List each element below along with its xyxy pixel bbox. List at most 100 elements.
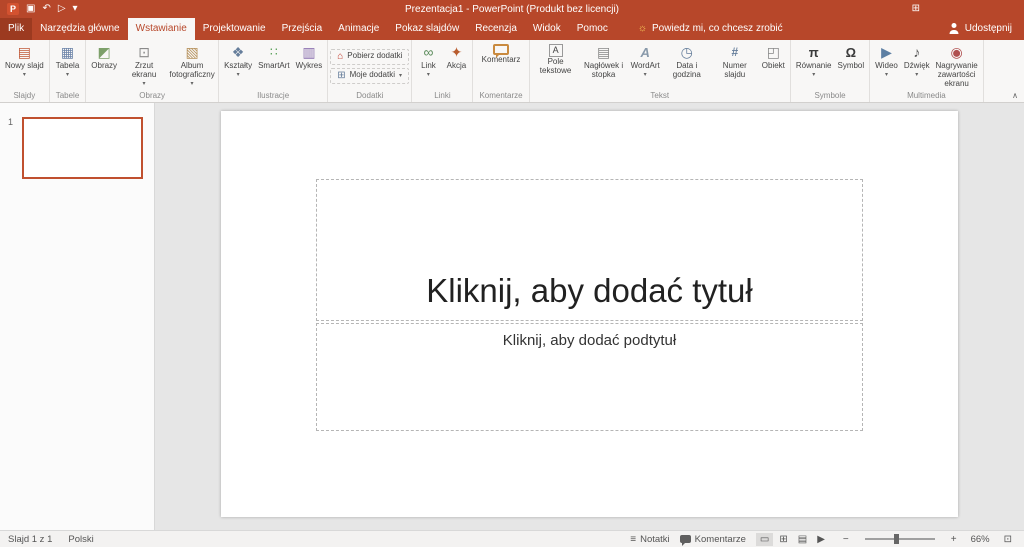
button-rownanie[interactable]: π Równanie ▾ — [793, 42, 835, 90]
fit-slide-to-window-icon[interactable]: ⊡ — [1000, 533, 1016, 546]
subtitle-placeholder[interactable]: Kliknij, aby dodać podtytuł — [316, 323, 863, 431]
collapse-ribbon-icon[interactable]: ∧ — [1012, 91, 1018, 100]
tell-me-icon: ☼ — [637, 23, 648, 34]
tab-plik[interactable]: Plik — [0, 18, 33, 40]
tab-pokaz-slajdow[interactable]: Pokaz slajdów — [387, 18, 467, 40]
language-indicator[interactable]: Polski — [68, 534, 93, 545]
text-box-icon: A — [548, 44, 563, 57]
button-album-fotograficzny[interactable]: ▧ Album fotograficzny ▾ — [168, 42, 216, 90]
button-label: Link — [421, 61, 436, 70]
subtitle-placeholder-text: Kliknij, aby dodać podtytuł — [502, 332, 677, 349]
title-placeholder[interactable]: Kliknij, aby dodać tytuł — [316, 179, 863, 321]
group-label: Tabele — [55, 91, 80, 100]
ribbon-group-tabele: ▦ Tabela ▾ Tabele — [50, 40, 87, 102]
button-symbol[interactable]: Ω Symbol — [834, 42, 867, 90]
tab-widok[interactable]: Widok — [525, 18, 569, 40]
ribbon-group-linki: ∞ Link ▾ ✦ Akcja Linki — [412, 40, 474, 102]
button-numer-slajdu[interactable]: # Numer slajdu — [711, 42, 759, 90]
slide-sorter-view-button[interactable]: ⊞ — [775, 533, 791, 546]
save-icon[interactable]: ▣ — [26, 3, 35, 15]
share-button[interactable]: Udostępnij — [937, 18, 1024, 40]
dropdown-arrow-icon: ▾ — [915, 71, 919, 78]
button-label: Akcja — [446, 61, 467, 70]
menu-tabs: Plik Narzędzia główne Wstawianie Projektowa… — [0, 18, 616, 40]
shapes-icon: ❖ — [231, 44, 245, 60]
zoom-in-button[interactable]: + — [947, 533, 961, 546]
zoom-level[interactable]: 66% — [971, 534, 990, 545]
notes-label: Notatki — [640, 533, 670, 545]
dropdown-arrow-icon: ▾ — [398, 73, 402, 79]
powerpoint-app-icon: P — [7, 3, 19, 15]
button-label: WordArt — [630, 61, 660, 70]
group-label: Multimedia — [907, 91, 946, 100]
slide-thumbnail-number: 1 — [8, 117, 14, 127]
tell-me-label: Powiedz mi, co chcesz zrobić — [652, 23, 783, 34]
title-placeholder-text: Kliknij, aby dodać tytuł — [426, 272, 753, 309]
button-akcja[interactable]: ✦ Akcja — [442, 42, 470, 90]
dropdown-arrow-icon: ▾ — [236, 71, 240, 78]
button-link[interactable]: ∞ Link ▾ — [414, 42, 442, 90]
button-kszta-ty[interactable]: ❖ Kształty ▾ — [221, 42, 255, 90]
button-nowy-slajd[interactable]: ▤ Nowy slajd ▾ — [2, 42, 47, 90]
comments-icon — [679, 535, 691, 546]
tab-pomoc[interactable]: Pomoc — [569, 18, 616, 40]
group-label: Linki — [434, 91, 451, 100]
button-wordart[interactable]: A WordArt ▾ — [628, 42, 663, 90]
button-label: Symbol — [837, 61, 865, 70]
tab-przejscia[interactable]: Przejścia — [274, 18, 331, 40]
powerpoint-window: P ▣ ↶ ▷ ▾ Prezentacja1 - PowerPoint (Pro… — [0, 0, 1024, 547]
undo-icon[interactable]: ↶ — [42, 3, 50, 15]
button-pole-tekstowe[interactable]: A Pole tekstowe — [532, 42, 580, 90]
dropdown-arrow-icon: ▾ — [190, 80, 194, 87]
button-komentarz[interactable]: Komentarz — [479, 42, 524, 90]
start-slideshow-icon[interactable]: ▷ — [58, 3, 66, 15]
button-label: Nagrywanie zawartości ekranu — [935, 61, 978, 88]
button-wideo[interactable]: ▶ Wideo ▾ — [872, 42, 901, 90]
button-moje-dodatki[interactable]: ⊞ Moje dodatki ▾ — [330, 67, 410, 84]
button-wykres[interactable]: ▥ Wykres — [293, 42, 326, 90]
audio-icon: ♪ — [913, 44, 921, 60]
group-label: Tekst — [650, 91, 670, 100]
button-label: Pole tekstowe — [539, 57, 572, 75]
workspace: 1 Kliknij, aby dodać tytuł Kliknij, aby … — [0, 103, 1024, 530]
group-label: Slajdy — [13, 91, 36, 100]
notes-toggle[interactable]: ≡ Notatki — [630, 534, 669, 545]
button-data-i-godzina[interactable]: ◷ Data i godzina — [663, 42, 711, 90]
button-smartart[interactable]: ∷ SmartArt — [255, 42, 293, 90]
button-obrazy[interactable]: ◩ Obrazy — [88, 42, 120, 90]
zoom-slider-thumb[interactable] — [894, 534, 900, 544]
zoom-out-button[interactable]: − — [839, 533, 853, 546]
slide-indicator[interactable]: Slajd 1 z 1 — [8, 534, 52, 545]
comments-toggle[interactable]: Komentarze — [679, 533, 746, 546]
tab-animacje[interactable]: Animacje — [330, 18, 387, 40]
comments-label: Komentarze — [694, 533, 746, 545]
tab-narzedzia-g-owne[interactable]: Narzędzia główne — [32, 18, 128, 40]
slideshow-view-button[interactable]: ▶ — [813, 533, 829, 546]
ribbon-group-slajdy: ▤ Nowy slajd ▾ Slajdy — [0, 40, 50, 102]
tab-wstawianie[interactable]: Wstawianie — [127, 18, 195, 40]
zoom-slider[interactable] — [864, 534, 935, 544]
reading-view-button[interactable]: ▤ — [794, 533, 811, 546]
my-addins-icon: ⊞ — [337, 70, 346, 81]
share-label: Udostępnij — [964, 23, 1012, 34]
button-label: Dźwięk — [903, 61, 930, 70]
dropdown-arrow-icon: ▾ — [142, 80, 146, 87]
button-nagrywanie-zawartosci-ekranu[interactable]: ◉ Nagrywanie zawartości ekranu — [933, 42, 981, 90]
ribbon-display-options-icon[interactable]: ⊞ — [912, 3, 920, 15]
button-dzwiek[interactable]: ♪ Dźwięk ▾ — [901, 42, 933, 90]
button-zrzut-ekranu[interactable]: ⊡ Zrzut ekranu ▾ — [120, 42, 168, 90]
slide-thumbnail[interactable] — [22, 117, 143, 179]
tell-me-box[interactable]: ☼ Powiedz mi, co chcesz zrobić — [628, 18, 793, 40]
normal-view-button[interactable]: ▭ — [755, 532, 774, 546]
button-label: Moje dodatki — [349, 70, 395, 80]
button-nag-owek-i-stopka[interactable]: ▤ Nagłówek i stopka — [580, 42, 628, 90]
ribbon-group-multimedia: ▶ Wideo ▾ ♪ Dźwięk ▾ ◉ Nagrywanie zawartości ek… — [870, 40, 984, 102]
slide-editing-area[interactable]: Kliknij, aby dodać tytuł Kliknij, aby do… — [221, 111, 958, 517]
screenshot-icon: ⊡ — [138, 44, 150, 60]
button-pobierz-dodatki[interactable]: ⌂ Pobierz dodatki — [330, 48, 410, 65]
tab-projektowanie[interactable]: Projektowanie — [195, 18, 274, 40]
tab-recenzja[interactable]: Recenzja — [467, 18, 525, 40]
customize-quick-access-icon[interactable]: ▾ — [73, 3, 78, 15]
button-tabela[interactable]: ▦ Tabela ▾ — [53, 42, 83, 90]
button-obiekt[interactable]: ◰ Obiekt — [759, 42, 788, 90]
